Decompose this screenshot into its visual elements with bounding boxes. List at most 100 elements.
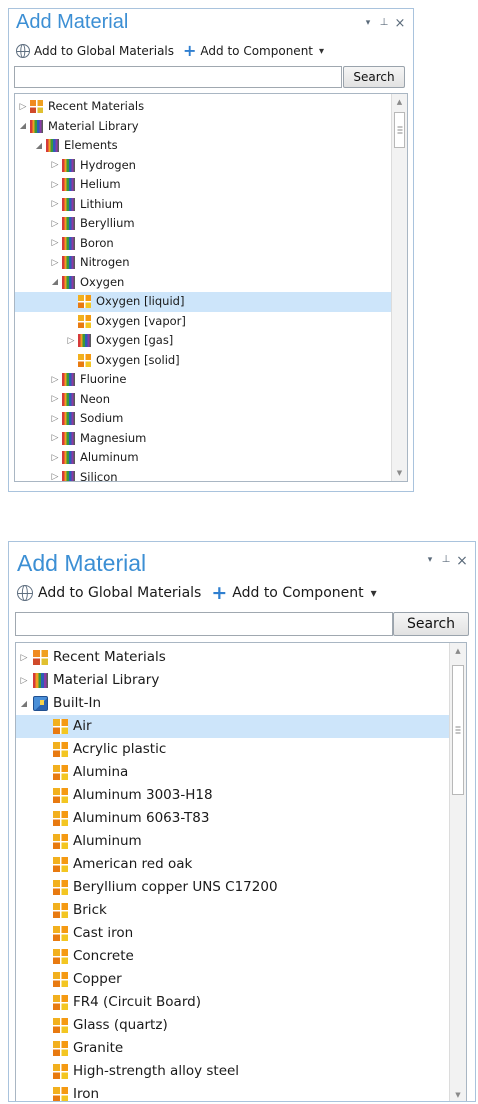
tree-item[interactable]: ▷ Hydrogen bbox=[15, 156, 391, 176]
add-to-global-materials-button[interactable]: Add to Global Materials bbox=[17, 585, 201, 601]
tree-item[interactable]: ▷ Beryllium bbox=[15, 214, 391, 234]
window-buttons: ▾ ⊥ × bbox=[423, 553, 471, 569]
tree-item[interactable]: Copper bbox=[16, 968, 449, 991]
expand-arrow-icon[interactable]: ▷ bbox=[66, 335, 76, 347]
close-icon[interactable]: × bbox=[455, 553, 469, 569]
scroll-down-arrow-icon[interactable]: ▼ bbox=[392, 469, 407, 477]
material-tree[interactable]: ▷ Recent Materials ◢ Material Library ◢ Eleme… bbox=[14, 93, 408, 482]
tree-item[interactable]: Granite bbox=[16, 1037, 449, 1060]
tree-item[interactable]: Aluminum bbox=[16, 830, 449, 853]
tree-item[interactable]: ▷ Material Library bbox=[16, 669, 449, 692]
scroll-down-arrow-icon[interactable]: ▼ bbox=[450, 1091, 466, 1099]
tree-item-label: Built-In bbox=[53, 695, 102, 711]
expand-arrow-icon[interactable]: ▷ bbox=[50, 374, 60, 386]
search-button[interactable]: Search bbox=[343, 66, 405, 88]
scroll-up-arrow-icon[interactable]: ▲ bbox=[450, 647, 466, 655]
vertical-scrollbar[interactable]: ▲ ▼ bbox=[449, 643, 466, 1101]
expand-arrow-icon[interactable]: ▷ bbox=[50, 179, 60, 191]
tree-item[interactable]: ▷ Recent Materials bbox=[16, 646, 449, 669]
tree-item[interactable]: Oxygen [vapor] bbox=[15, 312, 391, 332]
expand-arrow-icon[interactable]: ▷ bbox=[50, 257, 60, 269]
expand-arrow-icon[interactable]: ▷ bbox=[50, 198, 60, 210]
tree-item-label: Aluminum bbox=[73, 833, 142, 849]
tree-item[interactable]: ▷ Sodium bbox=[15, 409, 391, 429]
panel-title: Add Material bbox=[16, 11, 129, 33]
tree-item-label: Nitrogen bbox=[80, 255, 130, 269]
collapse-arrow-icon[interactable]: ◢ bbox=[34, 140, 44, 152]
scroll-thumb[interactable] bbox=[452, 665, 464, 795]
tree-item-label: Aluminum 6063-T83 bbox=[73, 810, 210, 826]
material-tree[interactable]: ▷ Recent Materials ▷ Material Library ◢ Built… bbox=[15, 642, 467, 1101]
collapse-arrow-icon[interactable]: ◢ bbox=[18, 120, 28, 132]
material-icon bbox=[53, 880, 68, 895]
search-input[interactable] bbox=[14, 66, 342, 88]
tree-item[interactable]: Acrylic plastic bbox=[16, 738, 449, 761]
search-input[interactable] bbox=[15, 612, 393, 636]
chevron-down-icon[interactable]: ▾ bbox=[319, 46, 324, 57]
tree-item[interactable]: Oxygen [solid] bbox=[15, 351, 391, 371]
recent-materials-icon bbox=[33, 650, 48, 665]
add-to-global-materials-button[interactable]: Add to Global Materials bbox=[16, 44, 174, 58]
tree-item[interactable]: Oxygen [liquid] bbox=[15, 292, 391, 312]
expand-arrow-icon[interactable]: ▷ bbox=[50, 237, 60, 249]
tree-item[interactable]: Brick bbox=[16, 899, 449, 922]
tree-item[interactable]: ▷ Aluminum bbox=[15, 448, 391, 468]
tree-item[interactable]: ◢ Material Library bbox=[15, 117, 391, 137]
expand-arrow-icon[interactable]: ▷ bbox=[50, 413, 60, 425]
tree-item[interactable]: FR4 (Circuit Board) bbox=[16, 991, 449, 1014]
collapse-arrow-icon[interactable]: ◢ bbox=[50, 276, 60, 288]
tree-item[interactable]: ▷ Helium bbox=[15, 175, 391, 195]
expand-arrow-icon[interactable]: ▷ bbox=[50, 218, 60, 230]
tree-item[interactable]: High-strength alloy steel bbox=[16, 1060, 449, 1083]
expand-arrow-icon[interactable]: ▷ bbox=[18, 101, 28, 113]
add-to-component-button[interactable]: + Add to Component ▾ bbox=[211, 583, 377, 603]
tree-item[interactable]: Iron bbox=[16, 1083, 449, 1101]
expand-arrow-icon[interactable]: ▷ bbox=[50, 432, 60, 444]
tree-item[interactable]: ▷ Nitrogen bbox=[15, 253, 391, 273]
search-button[interactable]: Search bbox=[393, 612, 469, 636]
tree-item[interactable]: American red oak bbox=[16, 853, 449, 876]
tree-item[interactable]: Aluminum 3003-H18 bbox=[16, 784, 449, 807]
pin-icon[interactable]: ⊥ bbox=[439, 554, 453, 565]
toolbar: Add to Global Materials + Add to Component… bbox=[17, 582, 377, 604]
tree-item[interactable]: Concrete bbox=[16, 945, 449, 968]
panel-menu-icon[interactable]: ▾ bbox=[361, 18, 375, 28]
chevron-down-icon[interactable]: ▾ bbox=[371, 586, 377, 600]
add-to-component-button[interactable]: + Add to Component ▾ bbox=[183, 43, 324, 59]
panel-menu-icon[interactable]: ▾ bbox=[423, 555, 437, 565]
tree-item[interactable]: ▷ Boron bbox=[15, 234, 391, 254]
expand-arrow-icon[interactable]: ▷ bbox=[50, 393, 60, 405]
material-icon bbox=[53, 903, 68, 918]
expand-arrow-icon[interactable]: ▷ bbox=[50, 471, 60, 481]
tree-item[interactable]: Beryllium copper UNS C17200 bbox=[16, 876, 449, 899]
tree-item-label: Oxygen [liquid] bbox=[96, 294, 185, 308]
tree-item[interactable]: Alumina bbox=[16, 761, 449, 784]
tree-item[interactable]: ▷ Oxygen [gas] bbox=[15, 331, 391, 351]
vertical-scrollbar[interactable]: ▲ ▼ bbox=[391, 94, 407, 481]
expand-arrow-icon[interactable]: ▷ bbox=[19, 652, 29, 664]
tree-item[interactable]: ◢ Elements bbox=[15, 136, 391, 156]
tree-item[interactable]: ▷ Lithium bbox=[15, 195, 391, 215]
scroll-thumb[interactable] bbox=[394, 112, 405, 148]
expand-arrow-icon[interactable]: ▷ bbox=[50, 159, 60, 171]
tree-item-label: Hydrogen bbox=[80, 157, 136, 172]
close-icon[interactable]: × bbox=[393, 16, 407, 31]
tree-item[interactable]: ◢ Built-In bbox=[16, 692, 449, 715]
tree-item[interactable]: Air bbox=[16, 715, 449, 738]
expand-arrow-icon[interactable]: ▷ bbox=[50, 452, 60, 464]
scroll-up-arrow-icon[interactable]: ▲ bbox=[392, 98, 407, 106]
tree-item[interactable]: ▷ Neon bbox=[15, 390, 391, 410]
tree-item[interactable]: ▷ Recent Materials bbox=[15, 97, 391, 117]
tree-item[interactable]: Cast iron bbox=[16, 922, 449, 945]
expand-arrow-icon[interactable]: ▷ bbox=[19, 675, 29, 687]
library-icon bbox=[62, 412, 75, 426]
tree-item[interactable]: ▷ Magnesium bbox=[15, 429, 391, 449]
tree-item[interactable]: Glass (quartz) bbox=[16, 1014, 449, 1037]
pin-icon[interactable]: ⊥ bbox=[377, 17, 391, 28]
tree-item[interactable]: ◢ Oxygen bbox=[15, 273, 391, 293]
collapse-arrow-icon[interactable]: ◢ bbox=[19, 698, 29, 710]
tree-item[interactable]: ▷ Fluorine bbox=[15, 370, 391, 390]
tree-item-label: FR4 (Circuit Board) bbox=[73, 994, 201, 1010]
tree-item[interactable]: ▷ Silicon bbox=[15, 468, 391, 481]
tree-item[interactable]: Aluminum 6063-T83 bbox=[16, 807, 449, 830]
